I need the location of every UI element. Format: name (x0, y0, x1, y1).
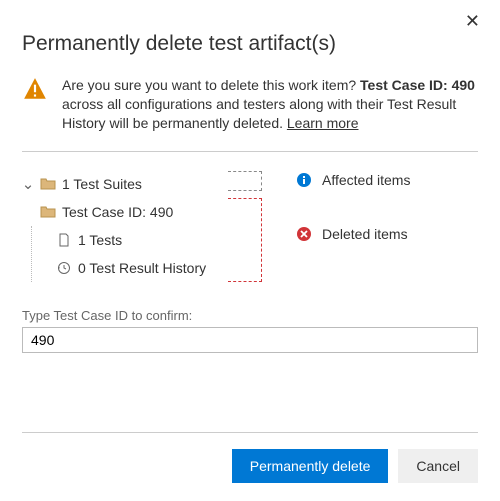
warning-text: Are you sure you want to delete this wor… (62, 76, 478, 133)
legend-deleted: Deleted items (296, 226, 478, 242)
tree-history-label: 0 Test Result History (78, 260, 206, 276)
document-icon (56, 232, 72, 248)
history-icon (56, 260, 72, 276)
warning-icon (22, 76, 48, 102)
brackets (222, 170, 292, 290)
permanently-delete-button[interactable]: Permanently delete (232, 449, 389, 483)
separator (22, 151, 478, 152)
delete-dialog: ✕ Permanently delete test artifact(s) Ar… (0, 0, 500, 501)
content-area: ⌄ 1 Test Suites Test Case ID: 490 (22, 170, 478, 290)
folder-icon (40, 176, 56, 192)
legend: Affected items Deleted items (292, 170, 478, 280)
dialog-title: Permanently delete test artifact(s) (22, 32, 478, 56)
tree-suites-label: 1 Test Suites (62, 176, 142, 192)
error-icon (296, 226, 312, 242)
folder-open-icon (40, 204, 56, 220)
warning-block: Are you sure you want to delete this wor… (22, 76, 478, 133)
tree-case-row[interactable]: Test Case ID: 490 (22, 198, 222, 226)
info-icon (296, 172, 312, 188)
tree-children: 1 Tests 0 Test Result History (31, 226, 222, 282)
legend-deleted-label: Deleted items (322, 226, 408, 242)
warning-bold: Test Case ID: 490 (360, 77, 475, 93)
tree: ⌄ 1 Test Suites Test Case ID: 490 (22, 170, 222, 282)
close-button[interactable]: ✕ (459, 10, 486, 33)
legend-affected: Affected items (296, 172, 478, 188)
deleted-bracket (228, 198, 262, 282)
confirm-input[interactable] (22, 327, 478, 353)
tree-suites-row[interactable]: ⌄ 1 Test Suites (22, 170, 222, 198)
warning-suffix: across all configurations and testers al… (62, 96, 456, 131)
learn-more-link[interactable]: Learn more (287, 115, 359, 131)
affected-bracket (228, 171, 262, 191)
tree-tests-row[interactable]: 1 Tests (32, 226, 222, 254)
tree-history-row[interactable]: 0 Test Result History (32, 254, 222, 282)
cancel-button[interactable]: Cancel (398, 449, 478, 483)
warning-prefix: Are you sure you want to delete this wor… (62, 77, 360, 93)
legend-affected-label: Affected items (322, 172, 410, 188)
dialog-footer: Permanently delete Cancel (22, 432, 478, 483)
tree-case-label: Test Case ID: 490 (62, 204, 173, 220)
confirm-label: Type Test Case ID to confirm: (22, 308, 478, 323)
close-icon: ✕ (465, 11, 480, 31)
tree-tests-label: 1 Tests (78, 232, 122, 248)
chevron-down-icon: ⌄ (22, 175, 34, 193)
